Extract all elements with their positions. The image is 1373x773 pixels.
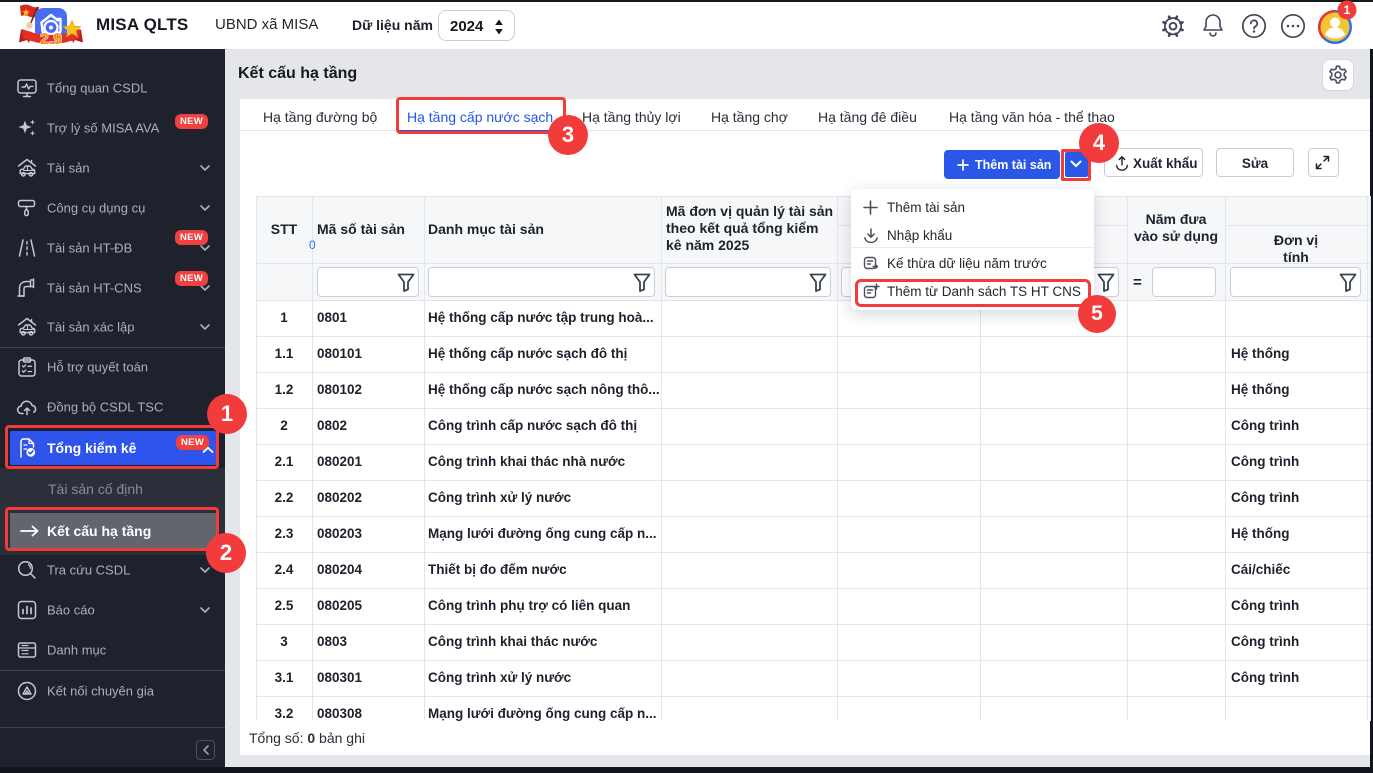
svg-text:2.9: 2.9 [40, 31, 62, 48]
svg-text:1: 1 [1344, 3, 1351, 17]
